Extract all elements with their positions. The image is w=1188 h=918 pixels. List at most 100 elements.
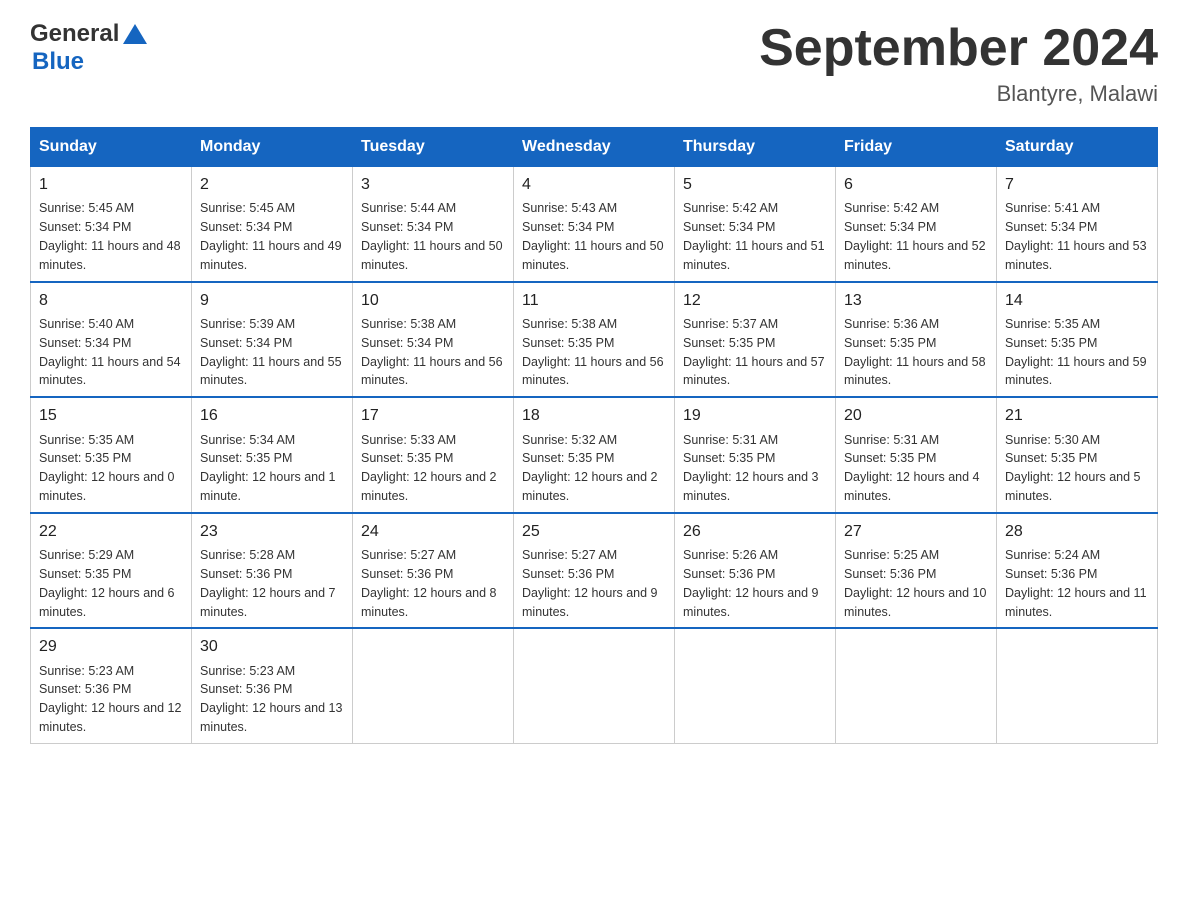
calendar-cell: 27 Sunrise: 5:25 AMSunset: 5:36 PMDaylig…	[836, 513, 997, 629]
day-number: 3	[361, 173, 505, 196]
day-info: Sunrise: 5:27 AMSunset: 5:36 PMDaylight:…	[522, 548, 658, 619]
calendar-cell: 4 Sunrise: 5:43 AMSunset: 5:34 PMDayligh…	[514, 167, 675, 282]
day-number: 27	[844, 520, 988, 543]
col-sunday: Sunday	[31, 128, 192, 167]
calendar-cell: 19 Sunrise: 5:31 AMSunset: 5:35 PMDaylig…	[675, 397, 836, 513]
day-number: 23	[200, 520, 344, 543]
day-number: 15	[39, 404, 183, 427]
calendar-table: Sunday Monday Tuesday Wednesday Thursday…	[30, 127, 1158, 744]
calendar-title: September 2024	[759, 20, 1158, 77]
day-info: Sunrise: 5:35 AMSunset: 5:35 PMDaylight:…	[39, 433, 175, 504]
day-number: 10	[361, 289, 505, 312]
col-friday: Friday	[836, 128, 997, 167]
day-info: Sunrise: 5:28 AMSunset: 5:36 PMDaylight:…	[200, 548, 336, 619]
day-info: Sunrise: 5:27 AMSunset: 5:36 PMDaylight:…	[361, 548, 497, 619]
logo-icon	[121, 20, 149, 48]
day-info: Sunrise: 5:42 AMSunset: 5:34 PMDaylight:…	[683, 201, 825, 272]
day-info: Sunrise: 5:26 AMSunset: 5:36 PMDaylight:…	[683, 548, 819, 619]
calendar-subtitle: Blantyre, Malawi	[759, 81, 1158, 107]
calendar-cell	[514, 628, 675, 743]
day-number: 29	[39, 635, 183, 658]
day-info: Sunrise: 5:40 AMSunset: 5:34 PMDaylight:…	[39, 317, 181, 388]
calendar-cell: 22 Sunrise: 5:29 AMSunset: 5:35 PMDaylig…	[31, 513, 192, 629]
calendar-cell: 28 Sunrise: 5:24 AMSunset: 5:36 PMDaylig…	[997, 513, 1158, 629]
day-info: Sunrise: 5:33 AMSunset: 5:35 PMDaylight:…	[361, 433, 497, 504]
page-header: General Blue September 2024 Blantyre, Ma…	[30, 20, 1158, 107]
day-info: Sunrise: 5:35 AMSunset: 5:35 PMDaylight:…	[1005, 317, 1147, 388]
calendar-cell: 16 Sunrise: 5:34 AMSunset: 5:35 PMDaylig…	[192, 397, 353, 513]
day-info: Sunrise: 5:32 AMSunset: 5:35 PMDaylight:…	[522, 433, 658, 504]
day-number: 2	[200, 173, 344, 196]
day-info: Sunrise: 5:42 AMSunset: 5:34 PMDaylight:…	[844, 201, 986, 272]
day-number: 24	[361, 520, 505, 543]
day-number: 12	[683, 289, 827, 312]
day-info: Sunrise: 5:45 AMSunset: 5:34 PMDaylight:…	[39, 201, 181, 272]
calendar-cell	[836, 628, 997, 743]
col-saturday: Saturday	[997, 128, 1158, 167]
day-number: 16	[200, 404, 344, 427]
calendar-cell: 23 Sunrise: 5:28 AMSunset: 5:36 PMDaylig…	[192, 513, 353, 629]
calendar-cell: 15 Sunrise: 5:35 AMSunset: 5:35 PMDaylig…	[31, 397, 192, 513]
day-info: Sunrise: 5:41 AMSunset: 5:34 PMDaylight:…	[1005, 201, 1147, 272]
calendar-cell: 9 Sunrise: 5:39 AMSunset: 5:34 PMDayligh…	[192, 282, 353, 398]
calendar-cell: 21 Sunrise: 5:30 AMSunset: 5:35 PMDaylig…	[997, 397, 1158, 513]
day-info: Sunrise: 5:45 AMSunset: 5:34 PMDaylight:…	[200, 201, 342, 272]
day-number: 26	[683, 520, 827, 543]
day-info: Sunrise: 5:23 AMSunset: 5:36 PMDaylight:…	[200, 664, 342, 735]
day-info: Sunrise: 5:30 AMSunset: 5:35 PMDaylight:…	[1005, 433, 1141, 504]
day-number: 17	[361, 404, 505, 427]
calendar-header-row: Sunday Monday Tuesday Wednesday Thursday…	[31, 128, 1158, 167]
day-number: 22	[39, 520, 183, 543]
calendar-cell	[675, 628, 836, 743]
day-number: 6	[844, 173, 988, 196]
logo-general-text: General	[30, 20, 119, 48]
calendar-cell: 26 Sunrise: 5:26 AMSunset: 5:36 PMDaylig…	[675, 513, 836, 629]
day-info: Sunrise: 5:29 AMSunset: 5:35 PMDaylight:…	[39, 548, 175, 619]
calendar-cell: 11 Sunrise: 5:38 AMSunset: 5:35 PMDaylig…	[514, 282, 675, 398]
calendar-week-row: 29 Sunrise: 5:23 AMSunset: 5:36 PMDaylig…	[31, 628, 1158, 743]
calendar-cell: 20 Sunrise: 5:31 AMSunset: 5:35 PMDaylig…	[836, 397, 997, 513]
day-number: 1	[39, 173, 183, 196]
calendar-week-row: 15 Sunrise: 5:35 AMSunset: 5:35 PMDaylig…	[31, 397, 1158, 513]
calendar-cell: 8 Sunrise: 5:40 AMSunset: 5:34 PMDayligh…	[31, 282, 192, 398]
day-info: Sunrise: 5:34 AMSunset: 5:35 PMDaylight:…	[200, 433, 336, 504]
day-info: Sunrise: 5:25 AMSunset: 5:36 PMDaylight:…	[844, 548, 986, 619]
calendar-cell: 13 Sunrise: 5:36 AMSunset: 5:35 PMDaylig…	[836, 282, 997, 398]
logo-blue-text: Blue	[32, 48, 84, 76]
day-info: Sunrise: 5:36 AMSunset: 5:35 PMDaylight:…	[844, 317, 986, 388]
calendar-cell: 25 Sunrise: 5:27 AMSunset: 5:36 PMDaylig…	[514, 513, 675, 629]
calendar-cell	[353, 628, 514, 743]
calendar-cell: 7 Sunrise: 5:41 AMSunset: 5:34 PMDayligh…	[997, 167, 1158, 282]
calendar-cell: 17 Sunrise: 5:33 AMSunset: 5:35 PMDaylig…	[353, 397, 514, 513]
day-number: 21	[1005, 404, 1149, 427]
calendar-cell: 12 Sunrise: 5:37 AMSunset: 5:35 PMDaylig…	[675, 282, 836, 398]
calendar-cell: 3 Sunrise: 5:44 AMSunset: 5:34 PMDayligh…	[353, 167, 514, 282]
day-number: 28	[1005, 520, 1149, 543]
calendar-cell: 24 Sunrise: 5:27 AMSunset: 5:36 PMDaylig…	[353, 513, 514, 629]
day-number: 25	[522, 520, 666, 543]
logo: General Blue	[30, 20, 151, 76]
col-wednesday: Wednesday	[514, 128, 675, 167]
day-info: Sunrise: 5:38 AMSunset: 5:34 PMDaylight:…	[361, 317, 503, 388]
col-monday: Monday	[192, 128, 353, 167]
calendar-cell: 18 Sunrise: 5:32 AMSunset: 5:35 PMDaylig…	[514, 397, 675, 513]
day-info: Sunrise: 5:37 AMSunset: 5:35 PMDaylight:…	[683, 317, 825, 388]
day-number: 7	[1005, 173, 1149, 196]
day-info: Sunrise: 5:24 AMSunset: 5:36 PMDaylight:…	[1005, 548, 1147, 619]
calendar-cell: 29 Sunrise: 5:23 AMSunset: 5:36 PMDaylig…	[31, 628, 192, 743]
day-info: Sunrise: 5:44 AMSunset: 5:34 PMDaylight:…	[361, 201, 503, 272]
calendar-cell: 6 Sunrise: 5:42 AMSunset: 5:34 PMDayligh…	[836, 167, 997, 282]
calendar-cell: 30 Sunrise: 5:23 AMSunset: 5:36 PMDaylig…	[192, 628, 353, 743]
calendar-cell: 2 Sunrise: 5:45 AMSunset: 5:34 PMDayligh…	[192, 167, 353, 282]
calendar-cell	[997, 628, 1158, 743]
day-number: 8	[39, 289, 183, 312]
calendar-cell: 5 Sunrise: 5:42 AMSunset: 5:34 PMDayligh…	[675, 167, 836, 282]
day-number: 11	[522, 289, 666, 312]
day-number: 4	[522, 173, 666, 196]
calendar-cell: 1 Sunrise: 5:45 AMSunset: 5:34 PMDayligh…	[31, 167, 192, 282]
day-number: 30	[200, 635, 344, 658]
calendar-week-row: 1 Sunrise: 5:45 AMSunset: 5:34 PMDayligh…	[31, 167, 1158, 282]
calendar-cell: 10 Sunrise: 5:38 AMSunset: 5:34 PMDaylig…	[353, 282, 514, 398]
calendar-week-row: 22 Sunrise: 5:29 AMSunset: 5:35 PMDaylig…	[31, 513, 1158, 629]
day-number: 9	[200, 289, 344, 312]
